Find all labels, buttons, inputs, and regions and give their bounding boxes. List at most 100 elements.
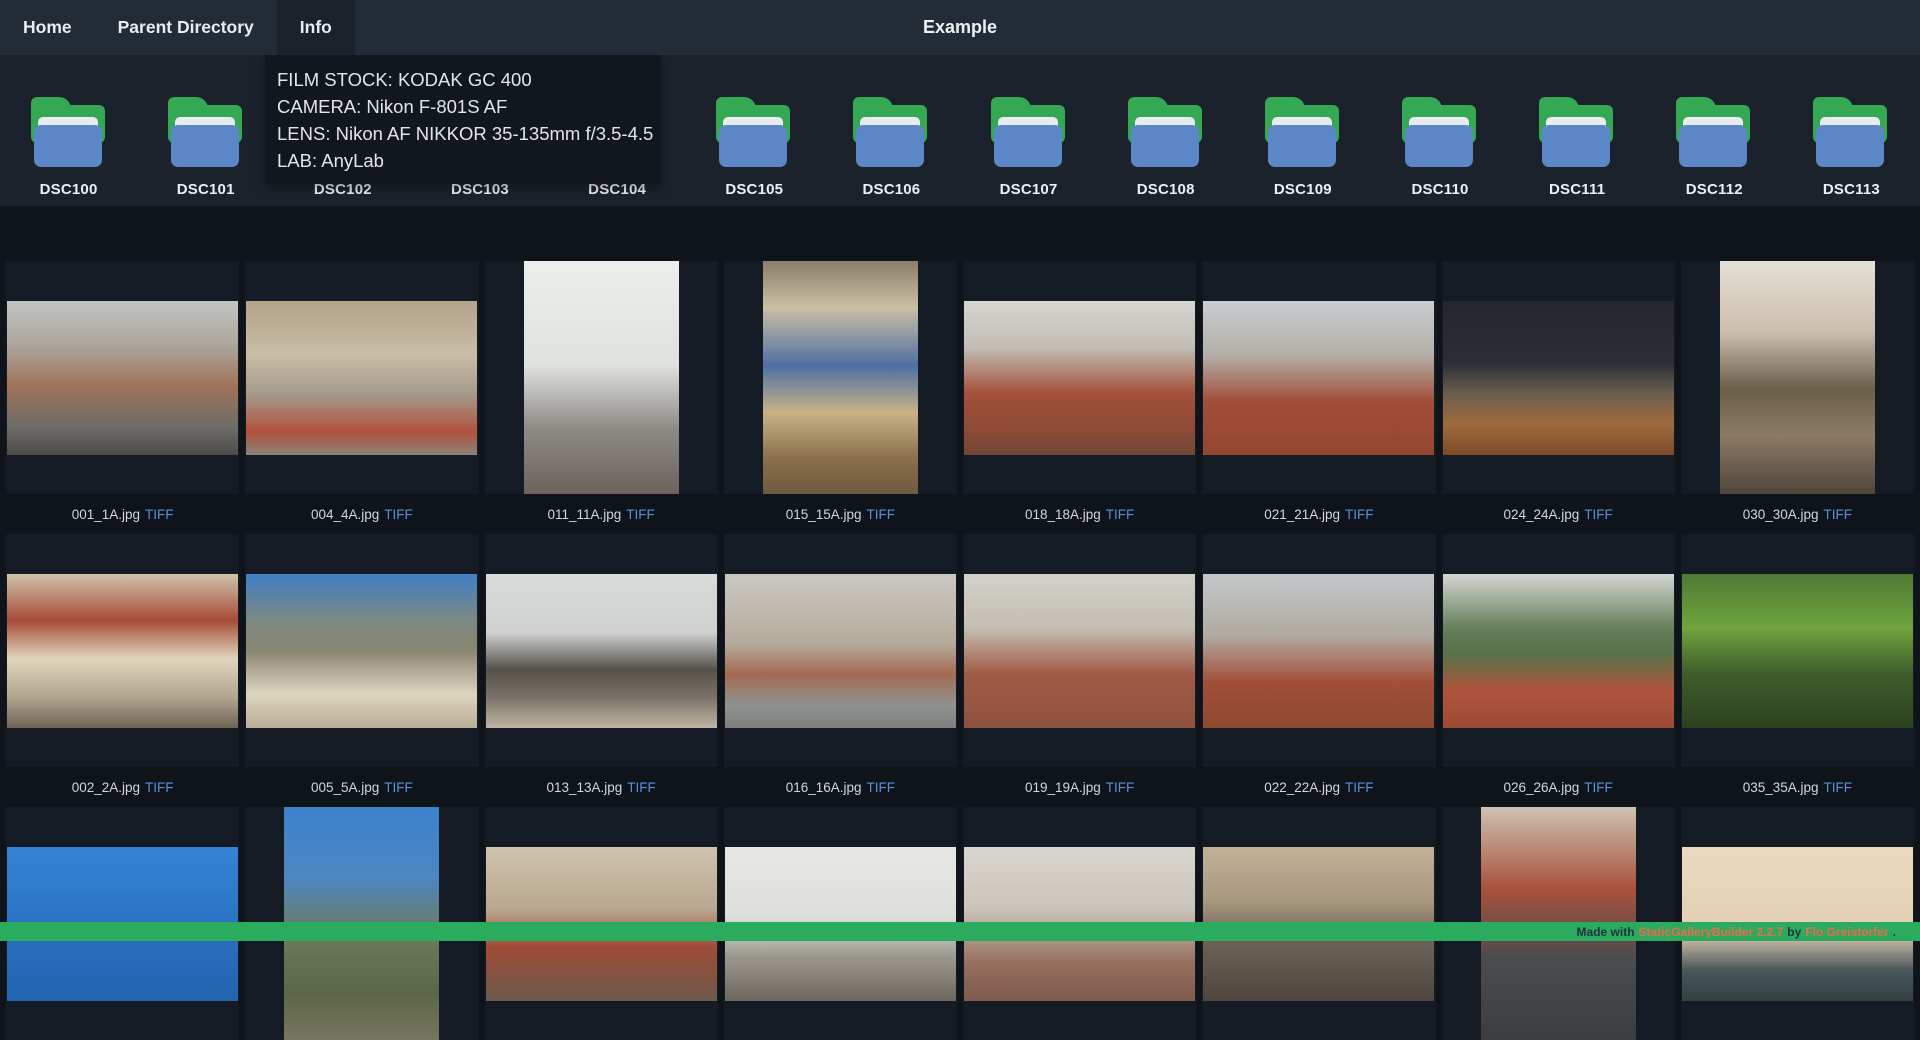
photo-thumbnail[interactable]	[524, 261, 679, 494]
nav-bar: Home Parent Directory Info Example	[0, 0, 1920, 55]
tiff-link[interactable]: TIFF	[1106, 780, 1135, 795]
photo-thumb-box[interactable]	[724, 261, 957, 494]
tiff-link[interactable]: TIFF	[867, 780, 896, 795]
tiff-link[interactable]: TIFF	[1106, 507, 1135, 522]
photo-thumbnail[interactable]	[246, 301, 477, 455]
folder-front-shape	[1131, 125, 1199, 167]
photo-thumb-box[interactable]	[1442, 534, 1675, 767]
builder-link[interactable]: StaticGalleryBuilder 2.2.7	[1639, 925, 1784, 939]
photo-thumbnail[interactable]	[964, 301, 1195, 455]
photo-thumbnail[interactable]	[1443, 574, 1674, 728]
tiff-link[interactable]: TIFF	[1584, 507, 1613, 522]
photo-cell: 030_30A.jpg TIFF	[1681, 261, 1914, 534]
photo-label: 004_4A.jpgTIFF	[245, 494, 478, 534]
tiff-link[interactable]: TIFF	[384, 507, 413, 522]
photo-cell: 021_21A.jpg TIFF	[1202, 261, 1435, 534]
photo-cell: 015_15A.jpgTIFF	[724, 261, 957, 534]
photo-filename: 022_22A.jpg	[1264, 780, 1340, 795]
folder-icon	[1533, 97, 1621, 167]
folder-DSC100[interactable]: DSC100	[0, 55, 137, 206]
photo-label: 001_1A.jpgTIFF	[6, 494, 239, 534]
photo-thumb-box[interactable]	[245, 261, 478, 494]
tiff-link[interactable]: TIFF	[1345, 507, 1374, 522]
folder-DSC111[interactable]: DSC111	[1509, 55, 1646, 206]
photo-thumb-box[interactable]	[1202, 534, 1435, 767]
photo-thumbnail[interactable]	[1682, 574, 1913, 728]
tiff-link[interactable]: TIFF	[867, 507, 896, 522]
photo-label: 013_13A.jpgTIFF	[485, 767, 718, 807]
nav-item-home[interactable]: Home	[0, 0, 95, 55]
tiff-link[interactable]: TIFF	[1345, 780, 1374, 795]
folder-DSC113[interactable]: DSC113	[1783, 55, 1920, 206]
photo-thumb-box[interactable]	[485, 534, 718, 767]
folder-DSC107[interactable]: DSC107	[960, 55, 1097, 206]
photo-filename: 035_35A.jpg	[1743, 780, 1819, 795]
folder-DSC108[interactable]: DSC108	[1097, 55, 1234, 206]
folder-DSC110[interactable]: DSC110	[1371, 55, 1508, 206]
photo-thumb-box[interactable]	[1202, 261, 1435, 494]
footer-by-text: by	[1787, 925, 1801, 939]
tiff-link[interactable]: TIFF	[384, 780, 413, 795]
photo-thumbnail[interactable]	[725, 574, 956, 728]
photo-thumbnail[interactable]	[7, 301, 238, 455]
folder-label: DSC100	[40, 181, 98, 198]
photo-label: 011_11A.jpgTIFF	[485, 494, 718, 534]
tiff-link[interactable]: TIFF	[145, 780, 174, 795]
photo-thumbnail[interactable]	[246, 574, 477, 728]
photo-filename: 021_21A.jpg	[1264, 507, 1340, 522]
folder-icon	[162, 97, 250, 167]
folder-icon	[847, 97, 935, 167]
photo-filename: 018_18A.jpg	[1025, 507, 1101, 522]
photo-thumbnail[interactable]	[1203, 574, 1434, 728]
photo-thumbnail[interactable]	[1443, 301, 1674, 455]
photo-thumb-box[interactable]	[1681, 534, 1914, 767]
folder-icon	[1807, 97, 1895, 167]
photo-label: 019_19A.jpgTIFF	[963, 767, 1196, 807]
photo-thumb-box[interactable]	[963, 261, 1196, 494]
photo-thumb-box[interactable]	[1681, 261, 1914, 494]
folder-icon	[1259, 97, 1347, 167]
info-line-camera: CAMERA: Nikon F-801S AF	[277, 93, 661, 120]
photo-thumbnail[interactable]	[763, 261, 918, 494]
photo-label: 015_15A.jpgTIFF	[724, 494, 957, 534]
photo-thumb-box[interactable]	[1442, 261, 1675, 494]
folder-DSC101[interactable]: DSC101	[137, 55, 274, 206]
photo-thumbnail[interactable]	[486, 574, 717, 728]
photo-thumbnail[interactable]	[1720, 261, 1875, 494]
footer-made-with-text: Made with	[1577, 925, 1635, 939]
folder-front-shape	[856, 125, 924, 167]
folder-DSC105[interactable]: DSC105	[686, 55, 823, 206]
folder-front-shape	[1679, 125, 1747, 167]
photo-thumbnail[interactable]	[1203, 301, 1434, 455]
folder-label: DSC106	[862, 181, 920, 198]
photo-thumbnail[interactable]	[7, 574, 238, 728]
folder-icon	[710, 97, 798, 167]
tiff-link[interactable]: TIFF	[1824, 507, 1853, 522]
photo-cell: 013_13A.jpgTIFF	[485, 534, 718, 807]
photo-thumb-box[interactable]	[6, 261, 239, 494]
author-link[interactable]: Flo Greistorfer	[1805, 925, 1888, 939]
tiff-link[interactable]: TIFF	[1584, 780, 1613, 795]
folder-icon	[985, 97, 1073, 167]
photo-thumb-box[interactable]	[6, 534, 239, 767]
folder-DSC106[interactable]: DSC106	[823, 55, 960, 206]
photo-thumb-box[interactable]	[245, 534, 478, 767]
photo-thumb-box[interactable]	[963, 534, 1196, 767]
photo-cell: 019_19A.jpgTIFF	[963, 534, 1196, 807]
folder-DSC112[interactable]: DSC112	[1646, 55, 1783, 206]
folder-icon	[1122, 97, 1210, 167]
photo-thumb-box[interactable]	[724, 534, 957, 767]
tiff-link[interactable]: TIFF	[626, 507, 655, 522]
folder-DSC109[interactable]: DSC109	[1234, 55, 1371, 206]
nav-item-info[interactable]: Info	[277, 0, 355, 55]
folder-label: DSC101	[177, 181, 235, 198]
tiff-link[interactable]: TIFF	[145, 507, 174, 522]
tiff-link[interactable]: TIFF	[627, 780, 656, 795]
folder-front-shape	[171, 125, 239, 167]
photo-cell: 035_35A.jpg TIFF	[1681, 534, 1914, 807]
nav-item-parent-directory[interactable]: Parent Directory	[95, 0, 277, 55]
tiff-link[interactable]: TIFF	[1824, 780, 1853, 795]
photo-thumbnail[interactable]	[964, 574, 1195, 728]
photo-thumb-box[interactable]	[485, 261, 718, 494]
photo-filename: 030_30A.jpg	[1743, 507, 1819, 522]
